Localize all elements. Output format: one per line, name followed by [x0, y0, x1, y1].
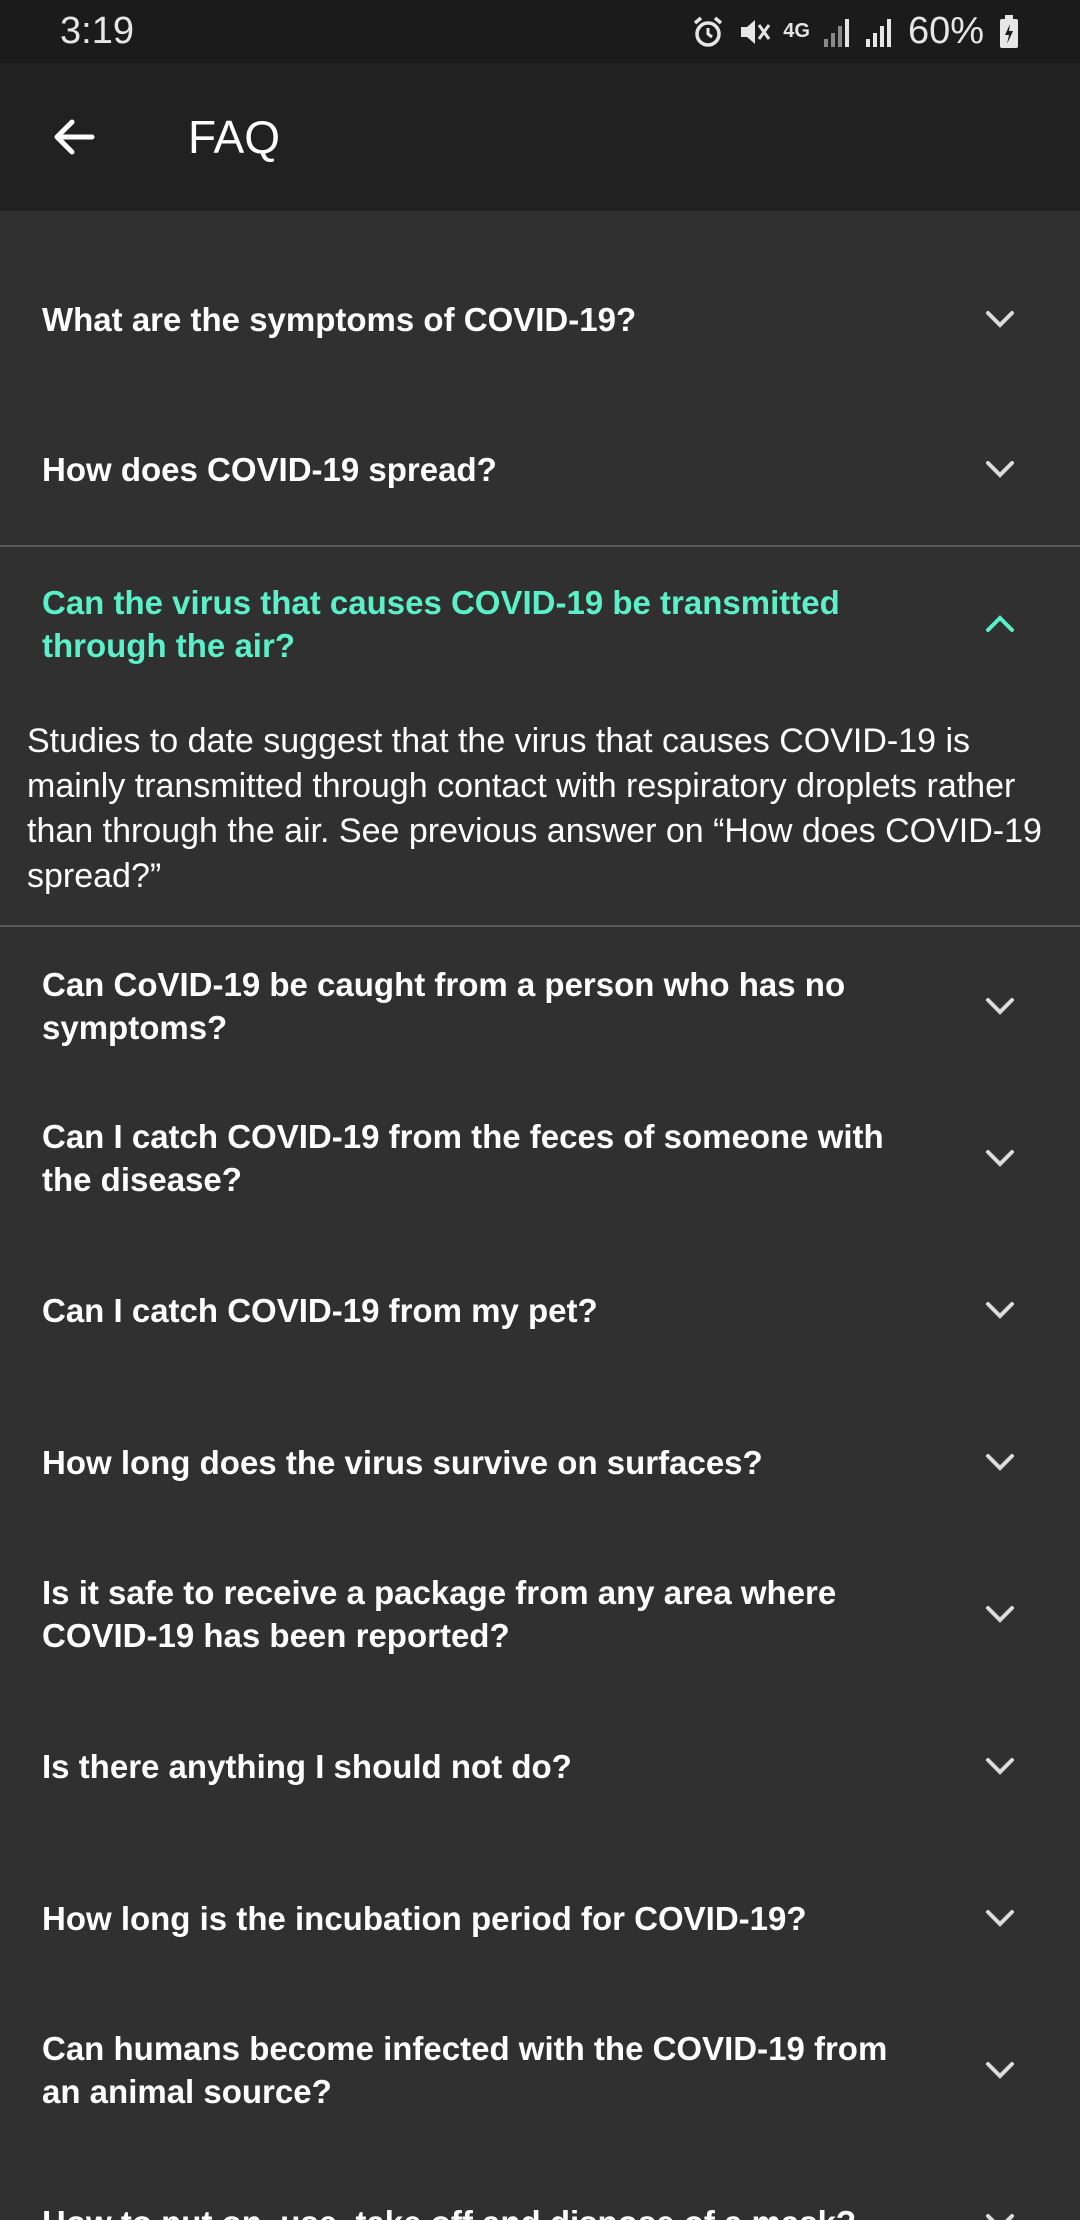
battery-icon: [1000, 14, 1018, 48]
faq-item-package[interactable]: Is it safe to receive a package from any…: [0, 1546, 1080, 1682]
faq-item-mask[interactable]: How to put on, use, take off and dispose…: [0, 2154, 1080, 2220]
faq-item-spread[interactable]: How does COVID-19 spread?: [0, 401, 1080, 537]
battery-percent: 60%: [907, 10, 984, 52]
faq-item-airborne[interactable]: Can the virus that causes COVID-19 be tr…: [0, 556, 1080, 692]
chevron-down-icon: [986, 1910, 1014, 1927]
chevron-down-icon: [986, 311, 1014, 328]
status-indicators: 4G 60%: [691, 10, 1020, 53]
chevron-down-icon: [986, 1758, 1014, 1775]
faq-answer: Studies to date suggest that the virus t…: [27, 722, 1042, 895]
chevron-up-icon: [986, 615, 1014, 632]
chevron-down-icon: [986, 2062, 1014, 2079]
faq-item-surfaces[interactable]: How long does the virus survive on surfa…: [0, 1394, 1080, 1530]
alarm-icon: [694, 16, 723, 47]
chevron-down-icon: [986, 1454, 1014, 1471]
mute-icon: [741, 19, 771, 44]
faq-question: How long is the incubation period for CO…: [42, 1899, 807, 1937]
faq-question: How long does the virus survive on surfa…: [42, 1443, 763, 1481]
status-time: 3:19: [60, 10, 134, 52]
faq-item-pet[interactable]: Can I catch COVID-19 from my pet?: [0, 1242, 1080, 1378]
chevron-down-icon: [986, 1302, 1014, 1319]
faq-question: Can I catch COVID-19 from the feces of s…: [42, 1118, 884, 1198]
signal-icon: [823, 18, 849, 47]
back-button[interactable]: [0, 63, 148, 211]
faq-item-symptoms[interactable]: What are the symptoms of COVID-19?: [0, 251, 1080, 387]
faq-item-asymptomatic[interactable]: Can CoVID-19 be caught from a person who…: [0, 938, 1080, 1074]
network-type: 4G: [783, 20, 810, 42]
page-title: FAQ: [188, 111, 281, 163]
faq-question: Can the virus that causes COVID-19 be tr…: [42, 584, 840, 664]
faq-question: What are the symptoms of COVID-19?: [42, 300, 637, 338]
faq-question: How does COVID-19 spread?: [42, 450, 497, 488]
faq-question: Can CoVID-19 be caught from a person who…: [42, 966, 846, 1046]
faq-question: How to put on, use, take off and dispose…: [42, 2201, 974, 2220]
faq-item-feces[interactable]: Can I catch COVID-19 from the feces of s…: [0, 1090, 1080, 1226]
faq-item-animal-source[interactable]: Can humans become infected with the COVI…: [0, 2002, 1080, 2138]
faq-question: Can I catch COVID-19 from my pet?: [42, 1291, 598, 1329]
divider: [0, 545, 1080, 547]
chevron-down-icon: [986, 461, 1014, 478]
app-bar: FAQ: [0, 63, 1080, 211]
faq-question: Is it safe to receive a package from any…: [42, 1574, 837, 1654]
chevron-down-icon: [986, 998, 1014, 1015]
signal-icon: [865, 18, 891, 47]
back-arrow-icon: [54, 119, 95, 155]
chevron-down-icon: [986, 1150, 1014, 1167]
faq-question: Can humans become infected with the COVI…: [42, 2030, 888, 2110]
chevron-down-icon: [986, 1606, 1014, 1623]
faq-item-incubation[interactable]: How long is the incubation period for CO…: [0, 1850, 1080, 1986]
status-bar: 3:19 4G 60%: [0, 0, 1080, 63]
chevron-down-icon: [986, 2214, 1014, 2220]
faq-question: Is there anything I should not do?: [42, 1747, 572, 1785]
faq-item-should-not-do[interactable]: Is there anything I should not do?: [0, 1698, 1080, 1834]
faq-list: What are the symptoms of COVID-19? How d…: [0, 211, 1080, 2220]
divider: [0, 925, 1080, 927]
